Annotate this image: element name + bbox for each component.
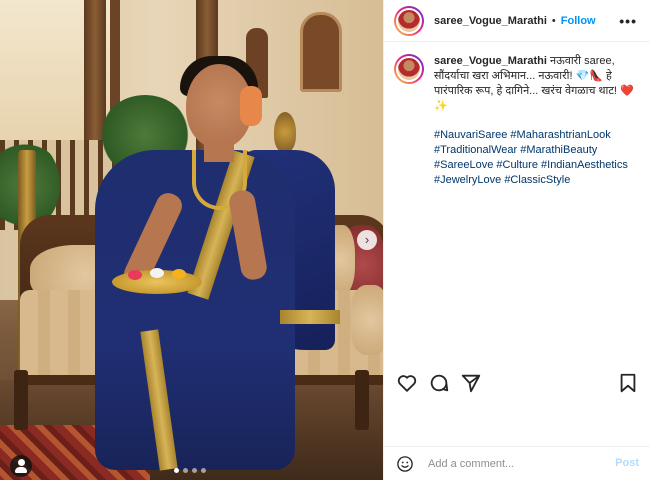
- smiley-icon[interactable]: [396, 455, 414, 473]
- flower: [128, 270, 142, 280]
- carousel-indicator: [174, 468, 206, 473]
- carousel-dot: [201, 468, 206, 473]
- flower: [150, 268, 164, 278]
- caption-block: saree_Vogue_Marathi नऊवारी saree, सौंदर्…: [394, 54, 644, 114]
- caption-username[interactable]: saree_Vogue_Marathi: [434, 55, 547, 67]
- post-header: saree_Vogue_Marathi • Follow •••: [384, 0, 650, 42]
- follow-button[interactable]: Follow: [561, 15, 596, 27]
- sofa-leg: [14, 370, 28, 430]
- action-bar: [384, 368, 650, 398]
- cushion: [350, 285, 383, 355]
- separator-dot: •: [551, 14, 556, 27]
- post-side-panel: saree_Vogue_Marathi • Follow ••• saree_V…: [383, 0, 650, 480]
- caption-text: saree_Vogue_Marathi नऊवारी saree, सौंदर्…: [434, 54, 639, 114]
- more-options-icon[interactable]: •••: [619, 13, 637, 29]
- heart-icon[interactable]: [396, 372, 418, 394]
- carousel-next-button[interactable]: ›: [357, 230, 377, 250]
- brass-vase: [274, 112, 296, 152]
- hair-flowers: [240, 86, 262, 126]
- avatar[interactable]: [394, 5, 424, 36]
- post-media[interactable]: ›: [0, 0, 383, 480]
- carousel-dot: [192, 468, 197, 473]
- comment-input[interactable]: [428, 457, 598, 470]
- deity-frame: [300, 12, 342, 92]
- instagram-post: › saree_Vogue_Marathi • Follow ••• saree…: [0, 0, 650, 480]
- saree-border: [280, 310, 340, 324]
- sofa-leg: [355, 370, 369, 430]
- saree: [95, 150, 295, 470]
- carousel-dot: [174, 468, 179, 473]
- caption-avatar[interactable]: [394, 54, 424, 84]
- comment-bar: Post: [384, 446, 650, 480]
- carousel-dot: [183, 468, 188, 473]
- tagged-user-icon[interactable]: [10, 455, 32, 477]
- comment-icon[interactable]: [428, 372, 450, 394]
- bookmark-icon[interactable]: [617, 372, 639, 394]
- post-comment-button[interactable]: Post: [615, 457, 639, 469]
- hashtags[interactable]: #NauvariSaree #MaharashtrianLook #Tradit…: [434, 128, 649, 188]
- share-icon[interactable]: [460, 372, 482, 394]
- flower: [172, 269, 186, 279]
- username-link[interactable]: saree_Vogue_Marathi: [434, 15, 547, 27]
